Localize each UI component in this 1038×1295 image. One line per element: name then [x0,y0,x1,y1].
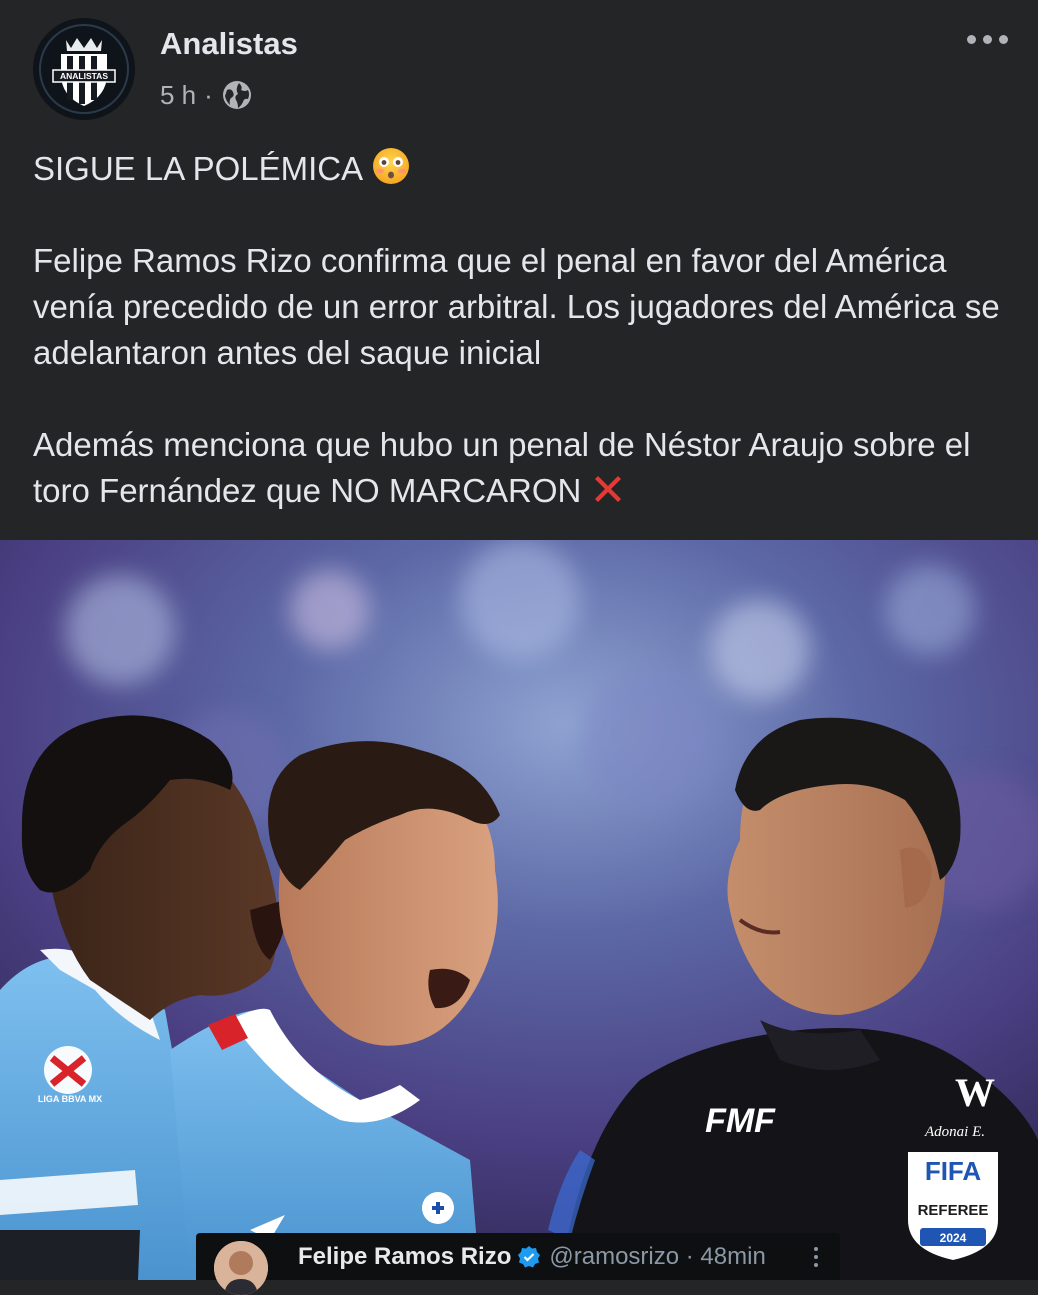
headline-text: SIGUE LA POLÉMICA [33,150,364,187]
paragraph-2-text: Además menciona que hubo un penal de Nés… [33,426,971,509]
more-options-button[interactable] [958,24,1016,54]
post-header: ANALISTAS Analistas 5 h · [0,0,1038,130]
svg-text:W: W [955,1070,995,1115]
fifa-referee-badge: FIFA REFEREE 2024 [908,1152,998,1260]
svg-text:FMF: FMF [705,1102,776,1140]
menu-dot [814,1254,818,1259]
svg-text:FIFA: FIFA [925,1156,982,1186]
post-meta: 5 h · [160,78,253,112]
more-dot [998,34,1008,44]
post-headline: SIGUE LA POLÉMICA [33,146,1008,192]
globe-icon [222,81,251,109]
post-time[interactable]: 5 h [160,80,196,111]
menu-dot [814,1262,818,1267]
menu-dot [814,1246,818,1251]
more-dot [966,34,976,44]
post-body: SIGUE LA POLÉMICA Felipe Ramos Rizo conf… [33,146,1008,514]
page-name[interactable]: Analistas [160,26,298,62]
post-photo[interactable]: LIGA BBVA MX FMF W Adonai E. FIFA REFERE… [0,540,1038,1280]
svg-text:Adonai E.: Adonai E. [924,1124,985,1140]
meta-separator: · [204,79,213,110]
red-cross-mark-emoji [595,476,622,502]
tweet-avatar-photo [214,1240,268,1295]
page-avatar[interactable]: ANALISTAS [33,18,135,120]
match-photo: LIGA BBVA MX FMF W Adonai E. FIFA REFERE… [0,540,1038,1280]
tweet-author-name[interactable]: Felipe Ramos Rizo [298,1243,511,1271]
svg-text:REFEREE: REFEREE [918,1202,989,1219]
post-paragraph-1: Felipe Ramos Rizo confirma que el penal … [33,242,1000,371]
more-dot [982,34,992,44]
flushed-face-emoji [373,148,410,184]
svg-text:ANALISTAS: ANALISTAS [60,71,108,81]
verified-badge-icon [518,1245,541,1267]
post-paragraph-2: Además menciona que hubo un penal de Nés… [33,422,1008,514]
analistas-logo-icon: ANALISTAS [33,18,135,120]
tweet-menu-button[interactable] [814,1246,818,1267]
tweet-handle-time: @ramosrizo · 48min [549,1242,766,1270]
svg-text:2024: 2024 [940,1231,967,1245]
svg-text:LIGA BBVA MX: LIGA BBVA MX [38,1094,102,1104]
embedded-tweet-header[interactable]: Felipe Ramos Rizo @ramosrizo · 48min [196,1233,840,1295]
tweet-avatar[interactable] [214,1240,268,1295]
